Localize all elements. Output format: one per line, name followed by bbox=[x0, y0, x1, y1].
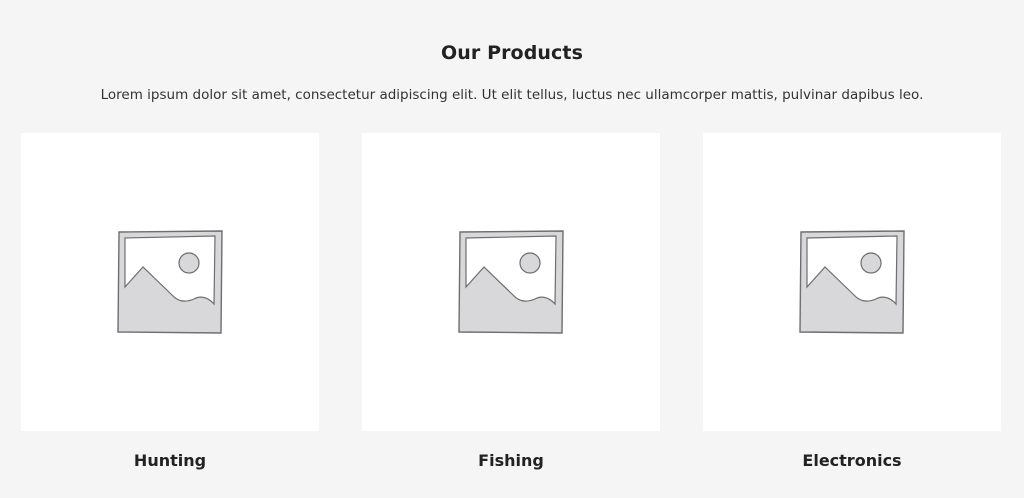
product-image[interactable] bbox=[21, 133, 319, 431]
image-placeholder-icon bbox=[799, 230, 905, 334]
image-placeholder-icon bbox=[458, 230, 564, 334]
section-title: Our Products bbox=[441, 41, 583, 64]
product-title[interactable]: Electronics bbox=[802, 451, 901, 470]
product-image[interactable] bbox=[362, 133, 660, 431]
image-placeholder-icon bbox=[117, 230, 223, 334]
section-description: Lorem ipsum dolor sit amet, consectetur … bbox=[100, 86, 924, 103]
product-card-fishing[interactable]: Fishing bbox=[362, 133, 660, 470]
product-title[interactable]: Hunting bbox=[134, 451, 206, 470]
product-image[interactable] bbox=[703, 133, 1001, 431]
product-card-electronics[interactable]: Electronics bbox=[703, 133, 1001, 470]
product-title[interactable]: Fishing bbox=[478, 451, 544, 470]
product-card-hunting[interactable]: Hunting bbox=[21, 133, 319, 470]
product-grid: Hunting Fishing Electronics bbox=[21, 133, 1001, 470]
